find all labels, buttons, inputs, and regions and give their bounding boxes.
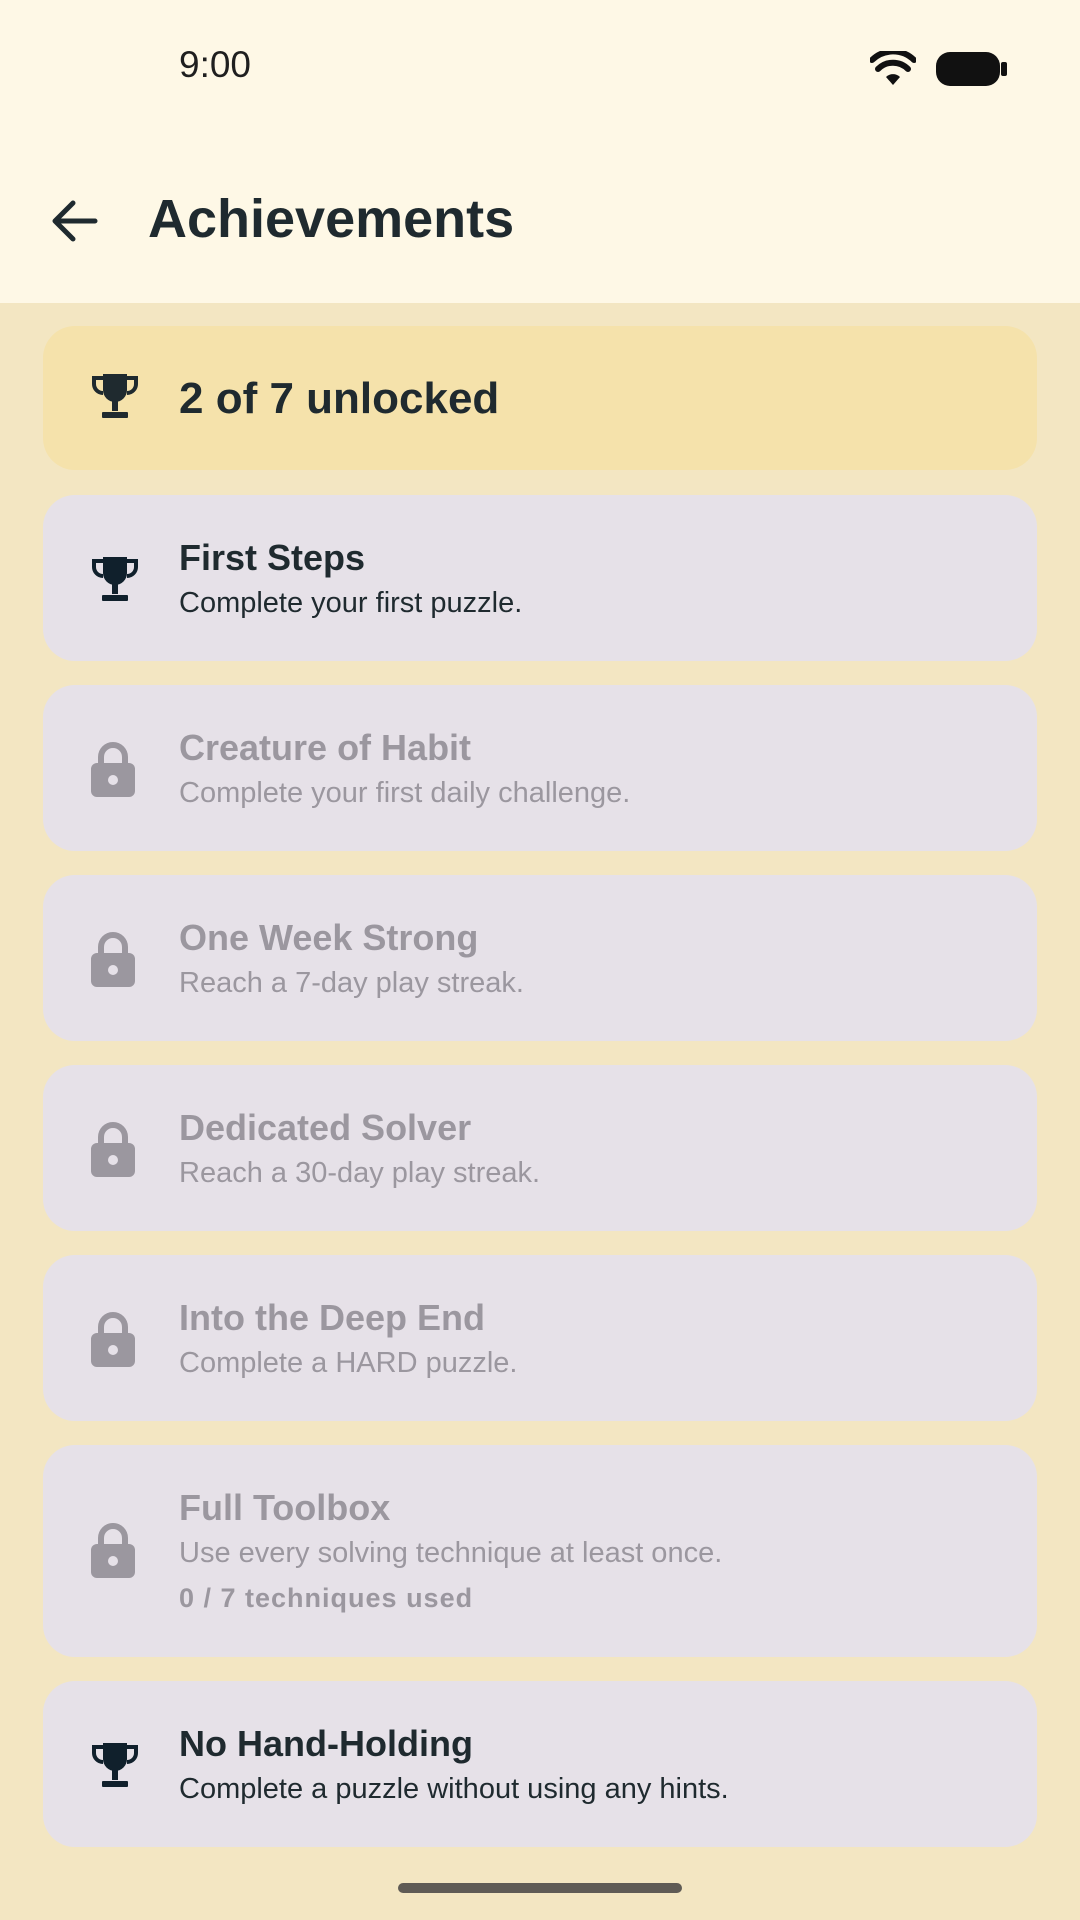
back-arrow-icon	[52, 200, 98, 242]
achievement-card-creature-of-habit: Creature of Habit Complete your first da…	[43, 685, 1037, 851]
achievement-name: Full Toolbox	[179, 1487, 391, 1528]
lock-icon	[89, 1121, 137, 1184]
achievement-card-first-steps: First Steps Complete your first puzzle.	[43, 495, 1037, 661]
lock-icon	[89, 931, 137, 994]
battery-icon	[936, 52, 1007, 86]
unlocked-count: 2 of 7 unlocked	[179, 374, 500, 423]
lock-icon	[89, 1522, 137, 1585]
trophy-icon	[89, 553, 141, 610]
achievement-description: Complete your first puzzle.	[179, 587, 523, 619]
achievement-name: No Hand-Holding	[179, 1723, 473, 1764]
achievement-name: Creature of Habit	[179, 727, 472, 768]
lock-icon	[89, 1311, 137, 1374]
trophy-icon	[89, 1739, 141, 1796]
wifi-icon	[870, 51, 916, 85]
achievement-name: Into the Deep End	[179, 1297, 485, 1338]
page-title: Achievements	[148, 189, 515, 249]
achievement-description: Use every solving technique at least onc…	[179, 1537, 723, 1569]
home-indicator[interactable]	[398, 1883, 682, 1893]
achievement-description: Reach a 7-day play streak.	[179, 967, 524, 999]
achievement-name: One Week Strong	[179, 917, 479, 958]
achievement-card-one-week-strong: One Week Strong Reach a 7-day play strea…	[43, 875, 1037, 1041]
achievement-card-dedicated-solver: Dedicated Solver Reach a 30-day play str…	[43, 1065, 1037, 1231]
status-icons	[870, 50, 1008, 88]
achievement-card-full-toolbox: Full Toolbox Use every solving technique…	[43, 1445, 1037, 1657]
top-app-bar: 9:00 Achievements	[0, 0, 1080, 303]
achievement-description: Complete a HARD puzzle.	[179, 1347, 518, 1379]
achievement-card-into-the-deep-end: Into the Deep End Complete a HARD puzzle…	[43, 1255, 1037, 1421]
achievement-card-no-hand-holding: No Hand-Holding Complete a puzzle withou…	[43, 1681, 1037, 1847]
achievement-progress: 0 / 7 techniques used	[179, 1583, 474, 1613]
achievement-name: Dedicated Solver	[179, 1107, 472, 1148]
achievement-name: First Steps	[179, 537, 366, 578]
achievement-description: Complete your first daily challenge.	[179, 777, 631, 809]
summary-card: 2 of 7 unlocked	[43, 326, 1037, 470]
status-time: 9:00	[179, 44, 252, 85]
lock-icon	[89, 741, 137, 804]
achievement-description: Complete a puzzle without using any hint…	[179, 1773, 729, 1805]
back-button[interactable]	[40, 186, 110, 256]
trophy-icon	[89, 370, 141, 427]
achievement-description: Reach a 30-day play streak.	[179, 1157, 541, 1189]
